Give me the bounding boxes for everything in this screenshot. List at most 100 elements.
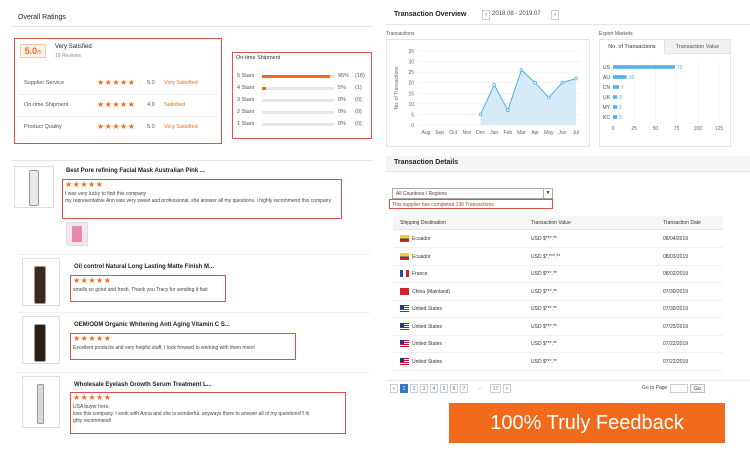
x-tick-label: 75: [674, 126, 680, 132]
date-next-button[interactable]: ›: [551, 10, 559, 20]
y-tick-label: 10: [408, 102, 414, 108]
review-product-title[interactable]: Wholesale Eyelash Growth Serum Treatment…: [74, 382, 212, 388]
us-flag-canton: [400, 340, 404, 344]
shipment-bar-track: [262, 75, 334, 78]
txn-details-title: Transaction Details: [394, 159, 459, 166]
overview-divider: [386, 24, 750, 25]
table-row: France USD $***.** 08/02/2019: [393, 266, 723, 283]
region-select[interactable]: All Countries / Regions ▼: [392, 188, 553, 199]
tab-transaction-value[interactable]: Transaction Value: [664, 40, 730, 54]
bar: [613, 105, 618, 109]
x-tick-label: Oct: [449, 130, 457, 136]
fr-flag-icon: [400, 270, 409, 277]
rating-row-stars: ★★★★★: [97, 100, 136, 109]
product-bottle-icon: [34, 324, 46, 362]
table-row: United States USD $***.** 07/30/2019: [393, 301, 723, 318]
page-button[interactable]: 6: [450, 384, 458, 393]
review-text: I was very lucky to find this company my…: [65, 191, 331, 204]
transaction-count-text: This supplier has completed 136 Transact…: [392, 202, 496, 208]
y-tick-label: 25: [408, 70, 414, 76]
page-button[interactable]: 5: [440, 384, 448, 393]
date-prev-button[interactable]: ‹: [482, 10, 490, 20]
shipment-row-count: (0): [355, 97, 362, 103]
page-button[interactable]: 3: [420, 384, 428, 393]
rating-row-label: Product Quality: [24, 124, 62, 130]
x-tick-label: Dec: [476, 130, 485, 136]
ontime-title: On-time Shipment: [236, 55, 281, 61]
product-bottle-icon: [29, 170, 39, 206]
review-divider: [18, 312, 370, 313]
shipment-row-label: 2 Stars: [237, 109, 255, 115]
rating-row-verdict: Very Satisfied: [164, 80, 198, 86]
shipment-bar-track: [262, 87, 334, 90]
y-tick-label: 5: [411, 112, 414, 118]
bar: [613, 85, 619, 89]
region-select-value: All Countries / Regions: [396, 191, 447, 197]
cell-destination: Ecuador: [412, 253, 431, 260]
us-flag-canton: [400, 305, 404, 309]
cell-date: 07/22/2019: [663, 341, 689, 347]
shipment-bar-fill: [262, 75, 331, 78]
x-tick-label: 50: [653, 126, 659, 132]
us-flag-icon: [400, 340, 409, 347]
rating-row-score: 4.9: [147, 102, 155, 108]
review-product-title[interactable]: Best Pore refining Facial Mask Australia…: [66, 168, 205, 174]
page-first-button[interactable]: «: [390, 384, 398, 393]
shipment-row-count: (0): [355, 109, 362, 115]
rating-row-divider: [18, 94, 218, 95]
shipment-row-count: (0): [355, 121, 362, 127]
shipment-bar-track: [262, 111, 334, 114]
page-next-button[interactable]: »: [503, 384, 511, 393]
overall-divider: [12, 26, 372, 27]
series-point: [574, 76, 578, 81]
bar-value-label: 7: [621, 85, 624, 91]
page-button[interactable]: 17: [490, 384, 501, 393]
table-row: United States USD $***.** 07/25/2019: [393, 319, 723, 336]
col-transaction-value: Transaction Value: [531, 220, 571, 226]
y-axis-label: No. of Transactions: [394, 66, 400, 110]
x-tick-label: 125: [715, 126, 724, 132]
shipment-row-label: 4 Stars: [237, 85, 255, 91]
shipment-row-pct: 0%: [338, 109, 346, 115]
page-button[interactable]: 2: [410, 384, 418, 393]
x-tick-label: Jan: [490, 130, 498, 136]
x-tick-label: Jul: [573, 130, 579, 136]
cell-value: USD $***.**: [531, 358, 557, 365]
cell-date: 07/22/2019: [663, 358, 689, 365]
y-tick-label: 15: [408, 91, 414, 97]
x-tick-label: 100: [694, 126, 703, 132]
page-button[interactable]: 1: [400, 384, 408, 393]
tab-no-of-transactions[interactable]: No. of Transactions: [600, 40, 664, 54]
page-ellipsis: ...: [477, 385, 483, 391]
go-button[interactable]: Go: [690, 384, 705, 393]
bar-value-label: 5: [619, 105, 622, 111]
x-tick-label: 25: [631, 126, 637, 132]
cell-destination: United States: [412, 358, 443, 365]
page-button[interactable]: 7: [460, 384, 468, 393]
page-button[interactable]: 4: [430, 384, 438, 393]
shipment-row-pct: 5%: [338, 85, 346, 91]
shipment-bar-fill: [262, 87, 266, 90]
series-point: [492, 83, 496, 87]
cell-destination: United States: [412, 323, 443, 330]
series-point: [560, 80, 565, 85]
review-product-title[interactable]: Oil control Natural Long Lasting Matte F…: [74, 264, 214, 270]
goto-page-input[interactable]: [670, 384, 688, 393]
series-point: [533, 80, 537, 85]
x-tick-label: 0: [612, 126, 615, 132]
rating-row-divider: [18, 116, 218, 117]
product-bottle-icon: [34, 266, 46, 304]
txn-overview-title: Transaction Overview: [394, 11, 467, 18]
transactions-line-chart: 0 5 10 15 20 25 30 35 No. of Transactions Aug Sep O…: [394, 49, 580, 136]
bar: [613, 115, 618, 119]
score-badge: 5.0/5: [20, 44, 46, 58]
review-product-title[interactable]: OEM/ODM Organic Whitening Anti Aging Vit…: [74, 322, 230, 328]
transaction-count-note: This supplier has completed 136 Transact…: [389, 199, 553, 209]
date-range: 2018.08 - 2019.07: [492, 11, 541, 17]
shipment-row-count: (18): [355, 73, 365, 79]
overall-summary: Very Satisfied: [55, 44, 92, 50]
cell-date: 08/03/2019: [663, 253, 689, 260]
review-stars: ★★★★★: [65, 180, 104, 189]
col-transaction-date: Transaction Date: [663, 220, 701, 226]
cell-date: 07/30/2019: [663, 306, 689, 312]
